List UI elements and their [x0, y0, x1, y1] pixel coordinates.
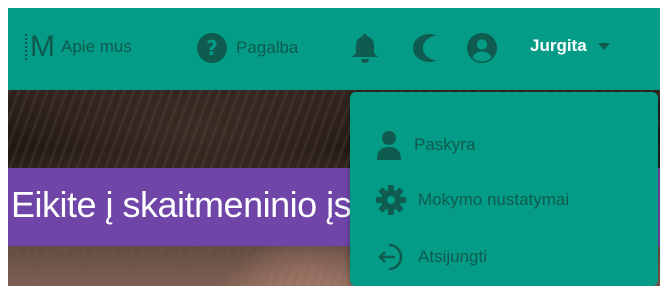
user-dropdown-menu: Paskyra Mokymo nustatymai Atsijungti [350, 92, 658, 286]
menu-item-logout[interactable]: Atsijungti [376, 242, 487, 272]
menu-item-learning-settings[interactable]: Mokymo nustatymai [376, 185, 569, 215]
caret-down-icon [597, 41, 611, 51]
nav-help-link[interactable]: ? Pagalba [196, 32, 298, 64]
top-navbar: M Apie mus ? Pagalba Jurgita [8, 8, 660, 90]
user-icon [376, 130, 402, 160]
menu-item-label: Paskyra [414, 135, 476, 154]
menu-item-account[interactable]: Paskyra [376, 130, 475, 160]
bell-icon [350, 32, 380, 64]
app-frame: Eikite į skaitmeninio įsi M Apie mus ? P… [8, 8, 660, 286]
user-name: Jurgita [530, 36, 587, 55]
hero-banner-text: Eikite į skaitmeninio įsi [11, 184, 359, 225]
svg-text:?: ? [206, 36, 218, 60]
dark-mode-toggle[interactable] [410, 32, 438, 64]
logout-icon [376, 242, 406, 272]
help-icon: ? [196, 32, 228, 64]
menu-item-label: Mokymo nustatymai [418, 190, 570, 209]
moon-icon [410, 32, 438, 64]
menu-item-label: Atsijungti [418, 247, 487, 266]
profile-button[interactable] [466, 32, 498, 64]
gear-icon [376, 185, 406, 215]
notifications-button[interactable] [350, 32, 380, 64]
user-circle-icon [466, 32, 498, 64]
nav-help-label: Pagalba [236, 38, 299, 57]
logo-icon: M [25, 30, 55, 63]
nav-about-link[interactable]: M Apie mus [25, 30, 132, 64]
nav-about-label: Apie mus [61, 37, 132, 56]
user-menu-toggle[interactable]: Jurgita [530, 36, 611, 56]
